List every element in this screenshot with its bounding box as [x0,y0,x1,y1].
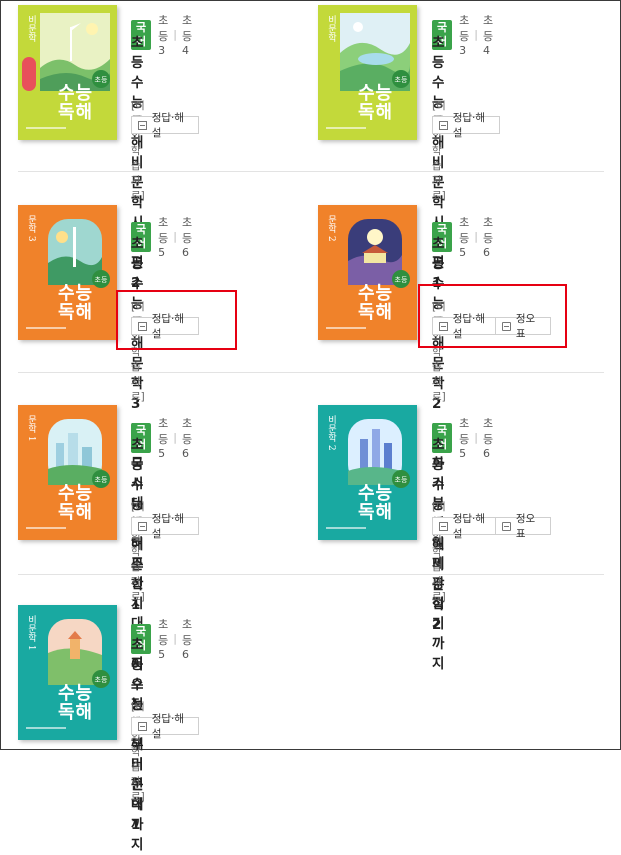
answer-button[interactable]: 정답·해설 [131,713,199,740]
cover-fineprint [326,327,366,329]
resource-label: [이 책의 학습자료] [131,100,145,202]
highlight-box [116,290,237,350]
book-cover[interactable]: 비문학 1 초등 수능 독해 [18,605,117,740]
row-divider [18,171,604,172]
grade-tag: 초등 5 [158,417,169,460]
grade-tag: 초등 6 [482,417,494,460]
document-icon [439,521,448,531]
answer-button[interactable]: 정답·해설 [432,112,500,139]
cover-title-a: 수능 [358,283,394,304]
answer-button-label: 정답·해설 [452,513,486,540]
cover-fineprint [26,327,66,329]
grade-separator: | [173,230,177,243]
cover-title-b: 독해 [58,102,94,123]
cover-title-a: 수능 [58,483,94,504]
grade-tag: 초등 6 [482,216,494,259]
errata-button[interactable]: 정오표 [495,513,551,540]
grade-tag: 초등 6 [181,618,193,661]
resource-label: [이 책의 학습자료] [131,501,145,603]
grade-tag: 초등 3 [158,14,169,57]
row-divider [18,574,604,575]
cover-spine-text: 비문학 [326,15,336,42]
cover-logo: 초등 [392,470,410,488]
row-divider [18,372,604,373]
cover-spine-text: 비문학 2 [326,415,336,451]
grade-tag: 초등 4 [181,14,193,57]
cover-spine-text: 문학 1 [26,415,36,442]
document-icon [138,521,147,531]
cover-fineprint [26,127,66,129]
cover-spine-text: 비문학 1 [26,615,36,651]
grade-tag: 초등 5 [158,618,169,661]
cover-title-b: 독해 [358,102,394,123]
svg-text:초등: 초등 [395,476,408,484]
cover-fineprint [26,527,66,529]
document-icon [138,721,147,731]
cover-fineprint [26,727,66,729]
cover-logo: 초등 [92,470,110,488]
cover-spine-text: 비문학 [26,15,36,42]
grade-tag: 초등 5 [459,417,470,460]
resource-label: [이 책의 학습자료] [131,701,145,803]
answer-button[interactable]: 정답·해설 [131,112,199,139]
book-cover[interactable]: 문학 2 초등 수능 독해 [318,205,417,340]
answer-button-label: 정답·해설 [151,112,185,139]
answer-button-label: 정답·해설 [452,112,486,139]
grade-separator: | [474,230,478,243]
errata-button-label: 정오표 [515,513,536,540]
svg-text:초등: 초등 [95,476,108,484]
document-icon [439,120,448,130]
answer-button-label: 정답·해설 [151,513,185,540]
cover-logo: 초등 [392,70,410,88]
grade-tag: 초등 6 [181,216,193,259]
grade-separator: | [173,431,177,444]
cover-title-b: 독해 [58,702,94,723]
cover-logo: 초등 [92,70,110,88]
book-cover[interactable]: 비문학 초등 수능 독해 [18,5,117,140]
cover-badge [22,57,36,91]
svg-text:초등: 초등 [395,276,408,284]
svg-text:초등: 초등 [95,276,108,284]
cover-logo: 초등 [92,670,110,688]
cover-fineprint [326,127,366,129]
cover-logo: 초등 [392,270,410,288]
errata-icon [502,521,511,531]
document-icon [138,120,147,130]
cover-spine-text: 문학 2 [326,215,336,242]
book-cover[interactable]: 문학 1 초등 수능 독해 [18,405,117,540]
grade-tag: 초등 5 [158,216,169,259]
cover-title-b: 독해 [358,502,394,523]
cover-spine-text: 문학 3 [26,215,36,242]
answer-button[interactable]: 정답·해설 [432,513,500,540]
book-cover[interactable]: 문학 3 초등 수능 독해 [18,205,117,340]
grade-tag: 초등 6 [181,417,193,460]
grade-separator: | [173,632,177,645]
cover-title-a: 수능 [358,83,394,104]
cover-title-b: 독해 [58,502,94,523]
svg-text:초등: 초등 [95,76,108,84]
grade-tag: 초등 3 [459,14,470,57]
cover-title-a: 수능 [58,683,94,704]
grade-tag: 초등 4 [482,14,494,57]
highlight-box [418,284,567,348]
grade-separator: | [173,28,177,41]
cover-title-b: 독해 [58,302,94,323]
grade-separator: | [474,28,478,41]
book-cover[interactable]: 비문학 2 초등 수능 독해 [318,405,417,540]
book-cover[interactable]: 비문학 초등 수능 독해 [318,5,417,140]
cover-fineprint [326,527,366,529]
cover-title-b: 독해 [358,302,394,323]
cover-title-a: 수능 [58,83,94,104]
resource-label: [이 책의 학습자료] [432,501,446,603]
grade-separator: | [474,431,478,444]
svg-text:초등: 초등 [395,76,408,84]
grade-tag: 초등 5 [459,216,470,259]
cover-logo: 초등 [92,270,110,288]
cover-title-a: 수능 [58,283,94,304]
answer-button[interactable]: 정답·해설 [131,513,199,540]
svg-text:초등: 초등 [95,676,108,684]
answer-button-label: 정답·해설 [151,713,185,740]
cover-title-a: 수능 [358,483,394,504]
resource-label: [이 책의 학습자료] [432,100,446,202]
